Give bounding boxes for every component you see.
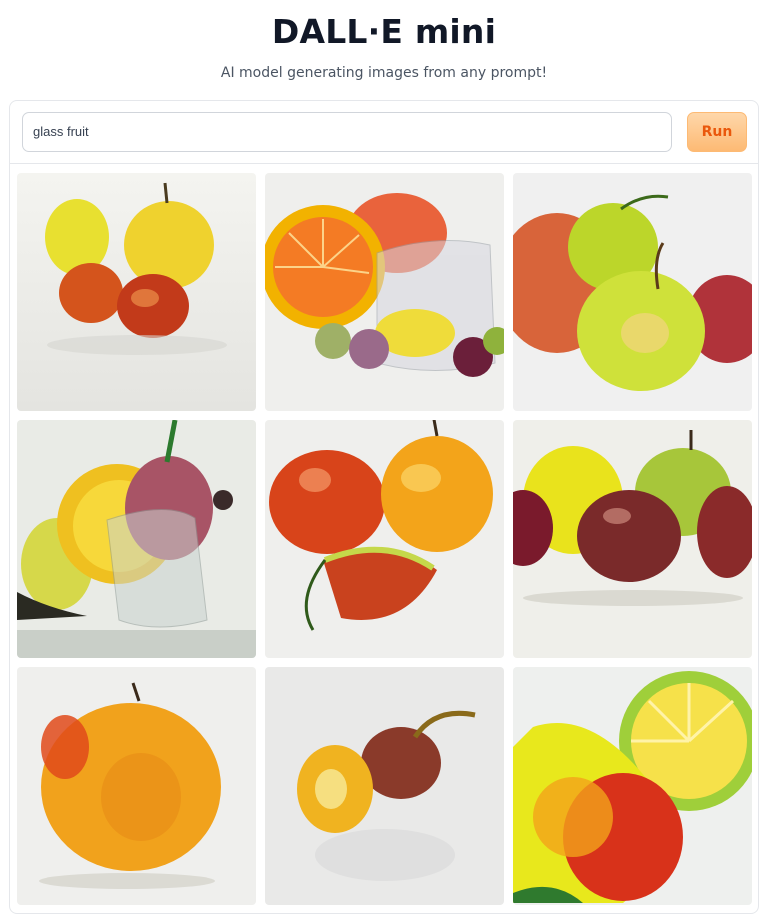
- generated-image-6[interactable]: [513, 420, 752, 658]
- generated-image-1[interactable]: [17, 173, 256, 411]
- generated-image-4[interactable]: [17, 420, 256, 658]
- generated-image-9[interactable]: [513, 667, 752, 905]
- prompt-input[interactable]: glass fruit: [22, 112, 672, 152]
- generated-image-2[interactable]: [265, 173, 504, 411]
- generated-image-8[interactable]: [265, 667, 504, 905]
- generator-card: glass fruit Run: [9, 100, 759, 914]
- generated-image-7[interactable]: [17, 667, 256, 905]
- page-subtitle: AI model generating images from any prom…: [220, 65, 548, 81]
- generated-image-3[interactable]: [513, 173, 752, 411]
- run-button[interactable]: Run: [687, 112, 747, 152]
- generated-image-5[interactable]: [265, 420, 504, 658]
- prompt-bar: glass fruit Run: [10, 101, 758, 164]
- page-title: DALL·E mini: [271, 12, 497, 51]
